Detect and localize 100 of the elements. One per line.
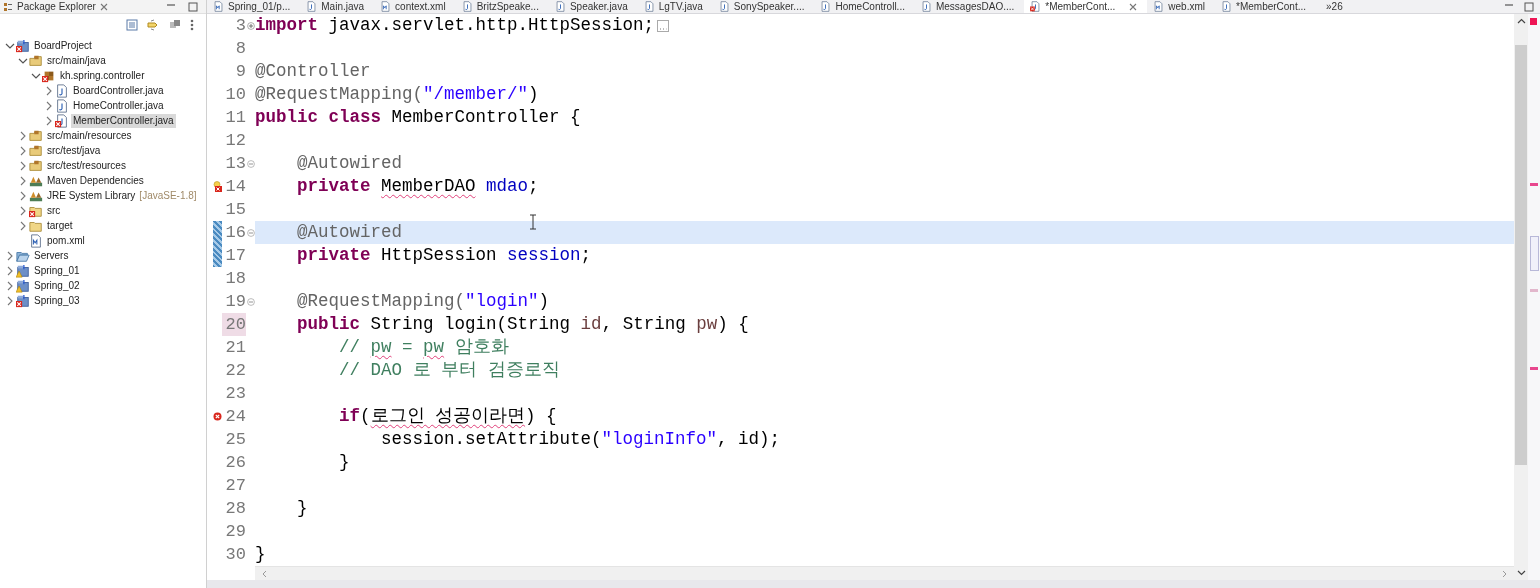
editor-tab[interactable]: *MemberCont... (1024, 0, 1148, 13)
scroll-right-icon[interactable] (1500, 569, 1508, 578)
xml-file-icon (29, 233, 43, 248)
code-line: import javax.servlet.http.HttpSession; (255, 14, 1514, 37)
link-icon[interactable] (147, 19, 160, 31)
java-file-icon (643, 1, 655, 12)
editor-tab[interactable]: SonySpeaker.... (712, 0, 815, 13)
code-line: session.setAttribute("loginInfo", id); (380, 428, 782, 451)
line-number: 24 (224, 406, 246, 428)
line-number: 3 (234, 15, 246, 37)
tree-item[interactable]: Spring_01 (32, 263, 82, 278)
close-icon[interactable] (99, 2, 108, 11)
tree-item[interactable]: BoardProject (32, 38, 94, 53)
error-icon[interactable] (213, 412, 222, 421)
code-line: if(로그인 성공이라면) { (338, 405, 558, 428)
tree-item[interactable]: target (45, 218, 75, 233)
line-number: 20 (222, 313, 246, 336)
xml-file-icon (380, 1, 392, 12)
more-tabs[interactable]: »26 (1326, 1, 1343, 12)
line-number: 14 (224, 176, 246, 198)
editor-tab[interactable]: MessagesDAO.... (914, 0, 1025, 13)
code-line: } (255, 543, 267, 566)
tree-item[interactable]: src (45, 203, 63, 218)
close-icon[interactable] (1129, 2, 1138, 11)
code-line: public class MemberController { (255, 106, 582, 129)
code-line: @Autowired (296, 152, 404, 175)
code-line: public String login(String id, String pw) { (296, 313, 750, 336)
code-line: private HttpSession session; (296, 244, 593, 267)
java-file-icon (554, 1, 566, 12)
java-file-icon (718, 1, 730, 12)
tree-item[interactable]: Maven Dependencies (45, 173, 146, 188)
editor-tab[interactable]: BritzSpeake... (455, 0, 549, 13)
code-line: @RequestMapping("login") (296, 290, 551, 313)
tree-item[interactable]: HomeController.java (71, 98, 166, 113)
scrollbar-thumb[interactable] (1515, 45, 1527, 465)
view-menu-icon[interactable] (190, 19, 194, 31)
scroll-left-icon[interactable] (261, 569, 269, 578)
editor-tab[interactable]: Main.java (300, 0, 375, 13)
editor-tab[interactable]: context.xml (374, 0, 456, 13)
editor-tab[interactable]: LgTV.java (637, 0, 713, 13)
source-folder-icon (29, 158, 43, 173)
editor-tab[interactable]: *MemberCont... (1215, 0, 1317, 13)
scroll-down-icon[interactable] (1516, 569, 1526, 576)
package-explorer-icon (3, 1, 13, 12)
tree-item[interactable]: BoardController.java (71, 83, 166, 98)
xml-file-icon (213, 1, 224, 12)
line-number: 29 (224, 521, 246, 543)
expand-fold-icon[interactable] (246, 21, 255, 30)
line-number: 10 (224, 84, 246, 106)
line-number: 21 (224, 337, 246, 359)
tree-item[interactable]: src/test/java (45, 143, 103, 158)
code-line: @RequestMapping("/member/") (255, 83, 540, 106)
line-number: 22 (224, 360, 246, 382)
java-file-icon (1221, 1, 1232, 12)
java-file-icon (820, 1, 832, 12)
collapse-all-icon[interactable] (126, 19, 138, 31)
line-number: 30 (224, 544, 246, 566)
tree-item[interactable]: Spring_02 (32, 278, 82, 293)
tree-item[interactable]: Servers (32, 248, 71, 263)
line-number: 15 (224, 199, 246, 221)
tree-item[interactable]: JRE System Library (45, 188, 138, 203)
lightbulb-error-icon[interactable] (213, 181, 222, 192)
java-file-icon (461, 1, 473, 12)
editor-tab[interactable]: HomeControll... (814, 0, 915, 13)
line-number: 18 (224, 268, 246, 290)
editor-tab[interactable]: web.xml (1147, 0, 1215, 13)
folded-code-icon[interactable] (657, 19, 670, 32)
editor-tab[interactable]: Speaker.java (548, 0, 638, 13)
tree-item[interactable]: src/main/resources (45, 128, 134, 143)
code-line: } (338, 451, 351, 474)
maximize-icon[interactable] (1524, 1, 1534, 12)
tree-item[interactable]: MemberController.java (71, 113, 176, 128)
line-number: 8 (234, 38, 246, 60)
tree-item-decoration: [JavaSE-1.8] (139, 190, 197, 201)
tree-item[interactable]: src/main/java (45, 53, 108, 68)
tree-item[interactable]: Spring_03 (32, 293, 82, 308)
source-folder-icon (29, 53, 43, 68)
line-number: 23 (224, 383, 246, 405)
java-file-icon (55, 83, 69, 98)
java-file-icon (306, 1, 318, 12)
source-folder-icon (29, 128, 43, 143)
tree-item[interactable]: src/test/resources (45, 158, 128, 173)
tree-item[interactable]: pom.xml (45, 233, 87, 248)
java-file-icon (920, 1, 932, 12)
tree-item[interactable]: kh.spring.controller (58, 68, 147, 83)
line-number: 16 (224, 222, 246, 244)
code-line: @Controller (255, 60, 372, 83)
code-line: } (296, 497, 309, 520)
line-number: 11 (224, 107, 246, 129)
maximize-icon[interactable] (188, 1, 198, 12)
line-number: 13 (224, 153, 246, 175)
line-number: 26 (224, 452, 246, 474)
source-folder-icon (29, 143, 43, 158)
xml-file-icon (1153, 1, 1165, 12)
line-number: 12 (224, 130, 246, 152)
java-file-icon (55, 98, 69, 113)
editor-tab[interactable]: Spring_01/p... (207, 0, 301, 13)
filter-icon[interactable] (169, 19, 181, 31)
line-number: 25 (224, 429, 246, 451)
scroll-up-icon[interactable] (1516, 18, 1526, 25)
